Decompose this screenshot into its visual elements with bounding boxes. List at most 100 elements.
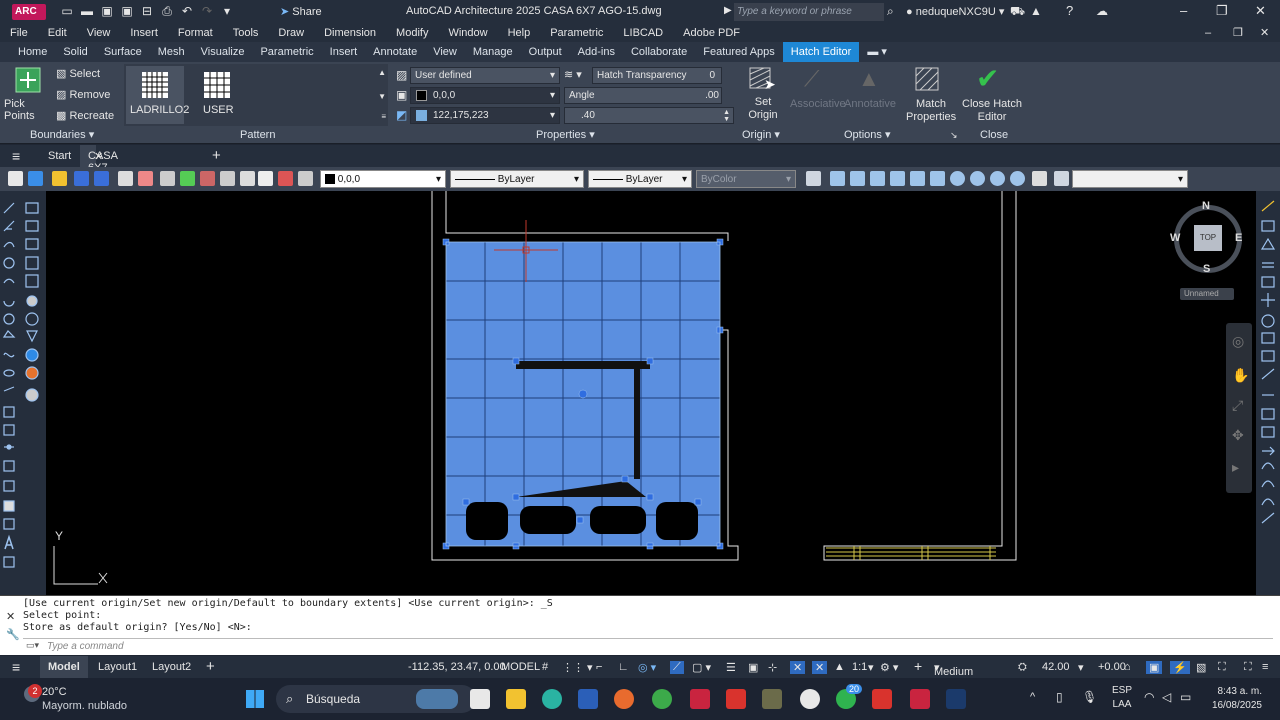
menu-file[interactable]: File [10,24,28,42]
model-space-toggle[interactable]: MODEL [501,661,540,673]
chrome-icon[interactable] [652,689,672,709]
view-tool-icon-3[interactable] [850,171,865,186]
cloud-icon[interactable]: ☁ [1096,4,1108,18]
taskbar-search[interactable]: ⌕ Búsqueda [276,685,476,713]
mdi-close-icon[interactable]: ✕ [1260,24,1269,42]
elevation-icon[interactable]: ⛭ [1018,661,1027,674]
recreate-button[interactable]: ▩ Recreate [56,109,114,122]
tab-visualize[interactable]: Visualize [193,42,253,62]
customize-icon[interactable]: ▾ [220,4,234,18]
menu-window[interactable]: Window [448,24,487,42]
task-view-icon[interactable] [470,689,490,709]
file-explorer-icon[interactable] [506,689,526,709]
elevation-value[interactable]: 42.00 [1042,661,1070,673]
steering-wheel-icon[interactable]: ◎ [1232,333,1244,350]
app-icon-diamond[interactable] [726,689,746,709]
tab-active-file[interactable]: CASA 6X7 AGO-15* ✕ [80,145,117,198]
hatch-color-select[interactable]: 0,0,0 ▾ [410,87,560,104]
fullscreen-icon[interactable]: ⛶ [1218,661,1226,674]
tab-home[interactable]: Home [10,42,55,62]
annotation-scale[interactable]: 1:1 [852,661,867,673]
gallery-scroll-up-icon[interactable]: ▲ [378,68,386,77]
lineweight-combo[interactable]: ByLayer ▾ [588,170,692,188]
tab-output[interactable]: Output [521,42,570,62]
options-panel-label[interactable]: Options ▾ [844,128,891,141]
orbit-icon-3[interactable] [990,171,1005,186]
app-logo[interactable]: ARC [12,4,46,20]
viewcube-face-top[interactable]: TOP [1194,225,1222,251]
boundaries-panel-label[interactable]: Boundaries ▾ [30,128,94,141]
view-tool-icon-1[interactable] [806,171,821,186]
compass-west[interactable]: W [1170,232,1180,244]
hatch-region[interactable] [442,238,724,550]
tool-icon-10[interactable] [200,171,215,186]
view-manager-icon[interactable] [1054,171,1069,186]
camera-icon[interactable] [1032,171,1047,186]
annotation-visibility-icon[interactable]: ✕ [790,661,806,674]
clean-screen-icon[interactable]: ⚡ [1170,661,1190,674]
pick-points-button[interactable]: Pick Points [4,66,52,122]
customize-status-icon[interactable]: ⛶ [1244,661,1252,674]
angle-field[interactable]: Angle .00 [564,87,722,104]
viewcube[interactable]: TOP N S W E [1170,200,1242,275]
search-icon[interactable]: ⌕ [887,4,894,19]
layer-state-icon[interactable] [28,171,43,186]
color-combo[interactable]: 0,0,0 ▾ [320,170,446,188]
transparency-field[interactable]: Hatch Transparency 0 [592,67,722,84]
command-recent-icon[interactable]: ▭▾ [26,640,39,651]
command-close-icon[interactable]: ✕ [6,610,15,623]
open-icon[interactable]: ▬ [80,4,94,18]
tray-device-icon[interactable]: ▯ [1056,690,1063,704]
orbit-icon-1[interactable] [950,171,965,186]
otrack-icon[interactable]: ▢ ▾ [692,661,711,674]
tool-icon-7[interactable] [138,171,153,186]
tab-manage[interactable]: Manage [465,42,521,62]
scale-field[interactable]: .40 ▲ ▼ [564,107,734,124]
cart-icon[interactable]: ⛟ [1010,4,1025,20]
zoom-extents-icon[interactable]: ⤢ [1232,397,1243,414]
menu-dimension[interactable]: Dimension [324,24,376,42]
offset-value[interactable]: +0.00 [1098,661,1126,673]
tab-collaborate[interactable]: Collaborate [623,42,695,62]
tab-hatch-editor[interactable]: Hatch Editor [782,42,860,62]
redo-icon[interactable]: ↷ [200,4,214,18]
lineweight-icon[interactable]: ☰ [726,661,736,674]
save-as-icon[interactable]: ▣ [120,4,134,18]
compass-south[interactable]: S [1203,263,1210,275]
layout-menu-icon[interactable]: ≡ [12,659,20,675]
clock[interactable]: 8:43 a. m. 16/08/2025 [1210,685,1262,713]
web-icon[interactable]: ⊟ [140,4,154,18]
close-tab-icon[interactable]: ✕ [94,150,103,163]
new-tab-icon[interactable]: + [212,147,221,164]
tool-icon-12[interactable] [240,171,255,186]
layer-tool-icon[interactable] [8,171,23,186]
menu-edit[interactable]: Edit [48,24,67,42]
menu-format[interactable]: Format [178,24,213,42]
scale-dropdown-icon[interactable]: ▾ [868,661,874,674]
transparency-status-icon[interactable]: ▣ [748,661,758,674]
tray-overflow-icon[interactable]: ^ [1030,691,1035,703]
isolate-icon[interactable]: ⌂ [1124,661,1131,673]
ortho-icon[interactable]: ∟ [618,661,629,673]
elevation-dropdown-icon[interactable]: ▾ [1078,661,1084,674]
compass-east[interactable]: E [1235,232,1242,244]
tool-icon-11[interactable] [220,171,235,186]
osnap-icon[interactable]: ⟋ [670,661,684,674]
volume-icon[interactable]: ◁ [1162,690,1171,704]
autocad-taskbar-icon[interactable] [690,689,710,709]
photoshop-icon[interactable] [946,689,966,709]
tab-mesh[interactable]: Mesh [150,42,193,62]
menu-parametric[interactable]: Parametric [550,24,603,42]
properties-panel-label[interactable]: Properties ▾ [536,128,595,141]
tab-surface[interactable]: Surface [96,42,150,62]
weather-widget[interactable]: 2 20°C Mayorm. nublado [22,684,162,714]
tool-icon-8[interactable] [160,171,175,186]
view-tool-icon-6[interactable] [910,171,925,186]
help-icon[interactable]: ? [1066,3,1073,18]
menu-insert[interactable]: Insert [130,24,158,42]
grid-icon[interactable]: # [542,661,548,673]
tab-layout2[interactable]: Layout2 [152,661,191,673]
autocad-arch-icon[interactable] [910,689,930,709]
background-color-select[interactable]: 122,175,223 ▾ [410,107,560,124]
drawing-canvas[interactable]: Y TOP N S W E Unnamed ◎ ✋ ⤢ ✥ ▸ [46,191,1256,595]
